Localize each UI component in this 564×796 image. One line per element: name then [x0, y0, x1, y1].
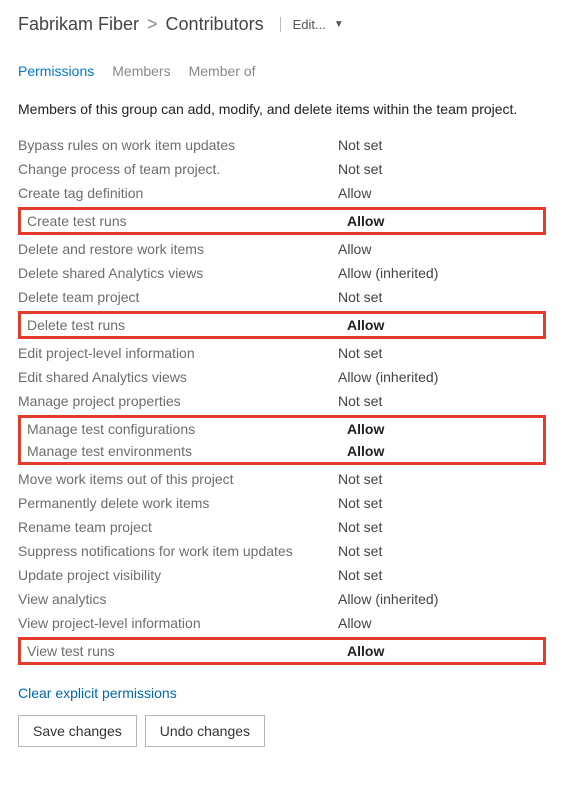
chevron-down-icon: ▼ [334, 19, 344, 30]
permission-row[interactable]: Suppress notifications for work item upd… [18, 539, 546, 563]
permission-value[interactable]: Not set [338, 543, 382, 559]
permission-value[interactable]: Not set [338, 289, 382, 305]
permission-value[interactable]: Not set [338, 495, 382, 511]
permission-row[interactable]: Edit project-level informationNot set [18, 341, 546, 365]
permission-value[interactable]: Not set [338, 567, 382, 583]
highlighted-group: Create test runsAllow [18, 207, 546, 235]
permission-label: Edit project-level information [18, 345, 338, 361]
permission-row[interactable]: Delete and restore work itemsAllow [18, 237, 546, 261]
permission-row[interactable]: Delete shared Analytics viewsAllow (inhe… [18, 261, 546, 285]
permission-label: Delete test runs [27, 317, 347, 333]
save-button[interactable]: Save changes [18, 715, 137, 747]
highlighted-group: Delete test runsAllow [18, 311, 546, 339]
permission-value[interactable]: Not set [338, 161, 382, 177]
permission-row[interactable]: View analyticsAllow (inherited) [18, 587, 546, 611]
permission-value[interactable]: Not set [338, 393, 382, 409]
permission-row[interactable]: Manage project propertiesNot set [18, 389, 546, 413]
tab-permissions[interactable]: Permissions [18, 63, 94, 79]
permission-value[interactable]: Allow [347, 317, 384, 333]
permission-label: Create test runs [27, 213, 347, 229]
permission-row[interactable]: Delete test runsAllow [21, 314, 543, 336]
permission-label: Delete shared Analytics views [18, 265, 338, 281]
tab-members[interactable]: Members [112, 63, 170, 79]
permission-row[interactable]: Manage test environmentsAllow [21, 440, 543, 462]
permission-value[interactable]: Allow (inherited) [338, 265, 438, 281]
highlighted-group: Manage test configurationsAllowManage te… [18, 415, 546, 465]
permission-value[interactable]: Allow (inherited) [338, 591, 438, 607]
permission-value[interactable]: Allow (inherited) [338, 369, 438, 385]
permission-row[interactable]: Rename team projectNot set [18, 515, 546, 539]
permissions-list: Bypass rules on work item updatesNot set… [18, 133, 546, 665]
permission-row[interactable]: Manage test configurationsAllow [21, 418, 543, 440]
permission-row[interactable]: Edit shared Analytics viewsAllow (inheri… [18, 365, 546, 389]
permission-label: Permanently delete work items [18, 495, 338, 511]
permission-label: View test runs [27, 643, 347, 659]
permission-row[interactable]: Permanently delete work itemsNot set [18, 491, 546, 515]
action-buttons: Save changes Undo changes [18, 715, 546, 747]
permission-label: Manage test environments [27, 443, 347, 459]
tab-member-of[interactable]: Member of [189, 63, 256, 79]
permission-value[interactable]: Allow [338, 241, 371, 257]
permission-value[interactable]: Allow [338, 615, 371, 631]
highlighted-group: View test runsAllow [18, 637, 546, 665]
permission-value[interactable]: Allow [347, 213, 384, 229]
permission-label: View analytics [18, 591, 338, 607]
permission-label: Delete and restore work items [18, 241, 338, 257]
group-description: Members of this group can add, modify, a… [18, 101, 546, 117]
permission-row[interactable]: View test runsAllow [21, 640, 543, 662]
permission-value[interactable]: Allow [347, 443, 384, 459]
permission-label: Manage test configurations [27, 421, 347, 437]
breadcrumb-project[interactable]: Fabrikam Fiber [18, 14, 139, 35]
breadcrumb: Fabrikam Fiber > Contributors Edit... ▼ [18, 14, 546, 35]
tabs: Permissions Members Member of [18, 63, 546, 79]
permission-value[interactable]: Allow [347, 421, 384, 437]
permission-label: Change process of team project. [18, 161, 338, 177]
permission-label: Rename team project [18, 519, 338, 535]
permission-value[interactable]: Not set [338, 345, 382, 361]
undo-button[interactable]: Undo changes [145, 715, 265, 747]
permission-value[interactable]: Not set [338, 471, 382, 487]
breadcrumb-group[interactable]: Contributors [166, 14, 264, 35]
permission-value[interactable]: Not set [338, 137, 382, 153]
permission-value[interactable]: Allow [347, 643, 384, 659]
permission-label: Update project visibility [18, 567, 338, 583]
edit-dropdown[interactable]: Edit... ▼ [280, 17, 344, 32]
permission-row[interactable]: Update project visibilityNot set [18, 563, 546, 587]
permission-label: Manage project properties [18, 393, 338, 409]
breadcrumb-separator: > [147, 14, 158, 35]
permission-value[interactable]: Allow [338, 185, 371, 201]
permission-row[interactable]: Bypass rules on work item updatesNot set [18, 133, 546, 157]
permission-row[interactable]: Change process of team project.Not set [18, 157, 546, 181]
permission-value[interactable]: Not set [338, 519, 382, 535]
permission-label: Edit shared Analytics views [18, 369, 338, 385]
clear-permissions-link[interactable]: Clear explicit permissions [18, 685, 177, 701]
permission-label: View project-level information [18, 615, 338, 631]
permission-label: Delete team project [18, 289, 338, 305]
permission-row[interactable]: Create tag definitionAllow [18, 181, 546, 205]
edit-label: Edit... [293, 17, 326, 32]
permission-label: Suppress notifications for work item upd… [18, 543, 338, 559]
permission-row[interactable]: Move work items out of this projectNot s… [18, 467, 546, 491]
permission-row[interactable]: Delete team projectNot set [18, 285, 546, 309]
permission-label: Bypass rules on work item updates [18, 137, 338, 153]
permission-label: Move work items out of this project [18, 471, 338, 487]
permission-row[interactable]: View project-level informationAllow [18, 611, 546, 635]
permission-row[interactable]: Create test runsAllow [21, 210, 543, 232]
permission-label: Create tag definition [18, 185, 338, 201]
